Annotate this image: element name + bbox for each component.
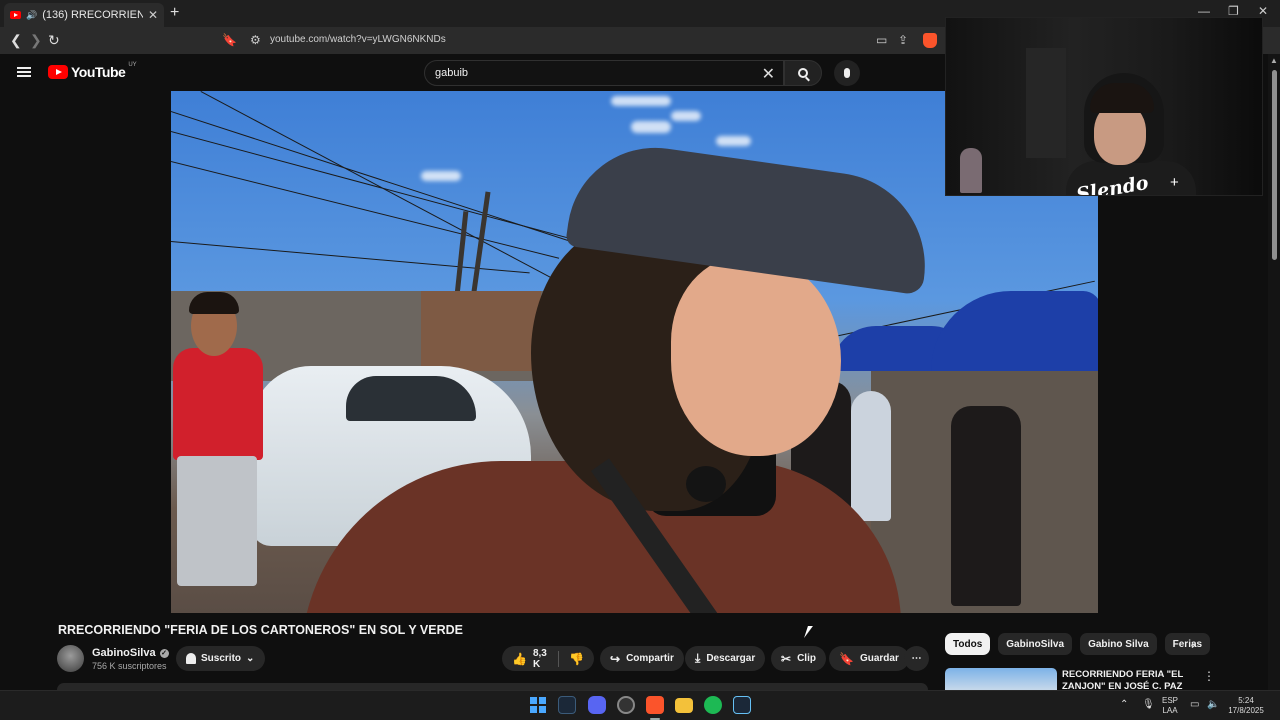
brave-shield-icon[interactable] [923, 33, 937, 48]
site-settings-icon[interactable]: ⚙ [250, 33, 261, 47]
chip-gabino-silva[interactable]: Gabino Silva [1080, 633, 1157, 655]
steam-icon[interactable] [558, 696, 576, 714]
search-icon [798, 68, 808, 78]
description-box[interactable] [57, 683, 928, 690]
spotify-icon[interactable] [704, 696, 722, 714]
verified-badge-icon: ✓ [159, 648, 169, 658]
search-box[interactable]: gabuib ✕ [424, 60, 784, 86]
scissors-icon: ✂ [781, 651, 792, 666]
plus-icon: + [1170, 174, 1179, 191]
clip-button[interactable]: ✂ Clip [771, 646, 826, 671]
file-explorer-icon[interactable] [675, 698, 693, 713]
brave-browser-icon[interactable] [646, 696, 664, 714]
bookmark-icon[interactable]: 🔖 [222, 33, 237, 47]
scrollbar-thumb[interactable] [1272, 70, 1277, 260]
new-tab-button[interactable]: + [170, 4, 179, 22]
network-icon[interactable]: ▭ [1190, 699, 1199, 710]
download-button[interactable]: ⤓ Descargar [685, 646, 766, 671]
country-code: UY [128, 62, 137, 68]
chip-gabinosilva[interactable]: GabinoSilva [998, 633, 1073, 655]
youtube-play-icon [48, 65, 68, 79]
forward-arrow-icon[interactable]: ❯ [30, 32, 42, 49]
dislike-button[interactable]: 👎 [569, 652, 584, 666]
microphone-icon [844, 68, 850, 78]
steam-client-icon[interactable] [733, 696, 751, 714]
more-horizontal-icon: ⋯ [911, 653, 922, 664]
discord-icon[interactable] [588, 696, 606, 714]
minimize-button[interactable]: — [1198, 4, 1210, 18]
share-button[interactable]: ↪ Compartir [600, 646, 684, 671]
download-icon: ⤓ [695, 651, 701, 665]
chevron-down-icon: ⌄ [246, 653, 255, 664]
video-person-main [301, 136, 951, 613]
tab-close-icon[interactable]: ✕ [148, 8, 158, 22]
search-button[interactable] [784, 60, 822, 86]
share-page-icon[interactable]: ⇪ [898, 33, 908, 47]
search-input[interactable]: gabuib [435, 67, 468, 79]
chip-todos[interactable]: Todos [945, 633, 991, 655]
tray-microphone-icon[interactable]: 🎙 [1142, 699, 1155, 710]
menu-icon[interactable] [17, 67, 31, 77]
clock[interactable]: 5:24 17/8/2025 [1226, 696, 1266, 716]
tab-title: (136) RRECORRIENDO "FERIA DE LOS CARTONE… [42, 9, 143, 21]
filter-chips: Todos GabinoSilva Gabino Silva Ferias [945, 633, 1211, 655]
volume-icon[interactable]: 🔈 [1207, 699, 1219, 710]
browser-tab-active[interactable]: 🔊 (136) RRECORRIENDO "FERIA DE LOS CARTO… [4, 3, 164, 27]
close-window-button[interactable]: ✕ [1258, 4, 1268, 18]
bookmark-save-icon: 🔖 [839, 651, 854, 666]
voice-search-button[interactable] [834, 60, 860, 86]
like-button[interactable]: 👍 [512, 652, 527, 666]
recommended-title[interactable]: RECORRIENDO FERIA "EL ZANJON" EN JOSÉ C.… [1062, 669, 1187, 690]
page-scrollbar[interactable]: ▲ [1268, 54, 1280, 690]
chevron-right-icon[interactable]: › [1191, 637, 1195, 652]
subscribed-button[interactable]: Suscrito ⌄ [176, 646, 265, 671]
windows-taskbar: ⌃ 🎙 ESP LAA ▭ 🔈 5:24 17/8/2025 [0, 690, 1280, 720]
subscriber-count: 756 K suscriptores [92, 661, 167, 671]
windows-start-icon[interactable] [530, 697, 546, 713]
maximize-button[interactable]: ❐ [1228, 4, 1239, 18]
url-field[interactable]: youtube.com/watch?v=yLWGN6NKNDs [270, 34, 446, 45]
reload-icon[interactable]: ↻ [48, 32, 60, 49]
mouse-cursor-icon [804, 626, 813, 638]
studio-mic-icon [960, 148, 982, 193]
speaker-icon[interactable]: 🔊 [26, 10, 37, 21]
more-actions-button[interactable]: ⋯ [904, 646, 929, 671]
youtube-logo[interactable]: YouTube UY [48, 62, 137, 80]
back-arrow-icon[interactable]: ❮ [10, 32, 22, 49]
channel-avatar[interactable] [57, 645, 84, 672]
webcam-overlay: Slendo + [945, 17, 1263, 196]
bell-icon [186, 653, 196, 664]
recommended-thumbnail[interactable] [945, 668, 1057, 690]
save-button[interactable]: 🔖 Guardar [829, 646, 909, 671]
lapel-mic-icon [686, 466, 726, 502]
scroll-up-icon[interactable]: ▲ [1270, 56, 1278, 65]
more-vertical-icon[interactable]: ⋮ [1203, 669, 1215, 683]
channel-name[interactable]: GabinoSilva ✓ [92, 647, 169, 659]
chip-ferias[interactable]: Ferias [1164, 633, 1211, 655]
share-icon: ↪ [610, 651, 621, 666]
tray-chevron-up-icon[interactable]: ⌃ [1120, 699, 1128, 710]
clear-search-icon[interactable]: ✕ [762, 64, 775, 84]
youtube-favicon-icon [10, 11, 21, 19]
cast-icon[interactable]: ▭ [876, 33, 887, 47]
video-person-left [171, 292, 266, 613]
like-dislike-group: 👍 8,3 K 👎 [502, 646, 594, 671]
keyboard-language[interactable]: ESP LAA [1162, 696, 1178, 716]
video-title: RRECORRIENDO "FERIA DE LOS CARTONEROS" E… [58, 623, 463, 637]
obs-icon[interactable] [617, 696, 635, 714]
like-count[interactable]: 8,3 K [533, 648, 548, 670]
